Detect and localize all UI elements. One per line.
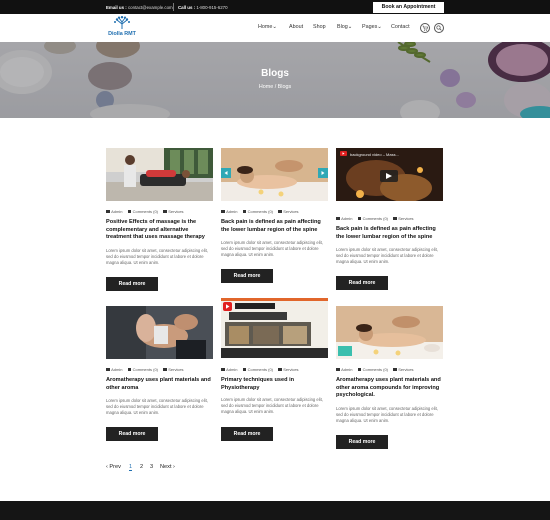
user-icon [106, 368, 110, 372]
page-link[interactable]: 3 [150, 464, 153, 470]
user-icon [336, 217, 340, 221]
post-thumbnail[interactable] [221, 148, 328, 201]
post-meta: Admin Comments (0) Services [221, 209, 303, 214]
breadcrumb[interactable]: Home / Blogs [0, 84, 550, 90]
contact-email[interactable]: Email us : contact@example.com [106, 5, 173, 10]
user-icon [221, 210, 225, 214]
comments-meta[interactable]: Comments (0) [242, 209, 273, 214]
post-excerpt: Lorem ipsum dolor sit amet, consectetur … [221, 397, 323, 415]
read-more-button[interactable]: Read more [106, 427, 158, 441]
search-icon[interactable] [434, 23, 444, 33]
category-meta[interactable]: Services [278, 367, 299, 372]
read-more-button[interactable]: Read more [336, 435, 388, 449]
book-appointment-button[interactable]: Book an Appointment [373, 1, 444, 13]
read-more-button[interactable]: Read more [221, 269, 273, 283]
comments-meta[interactable]: Comments (0) [127, 209, 158, 214]
comment-icon [242, 210, 247, 214]
post-meta: Admin Comments (0) Services [106, 209, 188, 214]
cart-icon[interactable] [420, 23, 430, 33]
post-meta: Admin Comments (0) Services [336, 216, 418, 221]
author-meta[interactable]: Admin [106, 209, 122, 214]
category-meta[interactable]: Services [278, 209, 299, 214]
folder-icon [163, 368, 167, 372]
post-thumbnail[interactable] [336, 306, 443, 359]
nav-item-contact[interactable]: Contact [391, 24, 410, 30]
post-title[interactable]: Back pain is defined as pain affecting t… [221, 219, 329, 234]
author-meta[interactable]: Admin [106, 367, 122, 372]
user-icon [221, 368, 225, 372]
post-meta: Admin Comments (0) Services [336, 367, 418, 372]
post-excerpt: Lorem ipsum dolor sit amet, consectetur … [336, 406, 438, 424]
folder-icon [278, 210, 282, 214]
comments-meta[interactable]: Comments (0) [357, 367, 388, 372]
top-bar: Email us : contact@example.com Call us :… [0, 0, 550, 14]
post-excerpt: Lorem ipsum dolor sit amet, consectetur … [336, 247, 438, 265]
contact-phone[interactable]: Call us : 1-800-915-6270 [178, 5, 228, 10]
email-value: contact@example.com [127, 4, 173, 10]
post-meta: Admin Comments (0) Services [106, 367, 188, 372]
video-thumbnail[interactable]: background video – Mass... [336, 148, 443, 201]
read-more-button[interactable]: Read more [336, 276, 388, 290]
comment-icon [357, 368, 362, 372]
author-meta[interactable]: Admin [336, 367, 352, 372]
post-thumbnail[interactable] [106, 148, 213, 201]
folder-icon [163, 210, 167, 214]
comment-icon [127, 368, 132, 372]
post-thumbnail[interactable] [106, 306, 213, 359]
category-meta[interactable]: Services [393, 216, 414, 221]
nav-item-home[interactable]: Home⌄ [258, 24, 277, 30]
logo[interactable]: Diolla RMT [104, 16, 140, 40]
post-excerpt: Lorem ipsum dolor sit amet, consectetur … [106, 398, 208, 416]
folder-icon [393, 217, 397, 221]
post-meta: Admin Comments (0) Services [221, 367, 303, 372]
post-title[interactable]: Aromatherapy uses plant materials and ot… [336, 377, 444, 400]
category-meta[interactable]: Services [163, 209, 184, 214]
read-more-button[interactable]: Read more [106, 277, 158, 291]
email-label: Email us : [106, 4, 127, 10]
post-title[interactable]: Aromatherapy uses plant materials and ot… [106, 377, 214, 392]
post-title[interactable]: Positive Effects of massage is the compl… [106, 219, 214, 242]
read-more-button[interactable]: Read more [221, 427, 273, 441]
page-title: Blogs [261, 68, 289, 79]
divider [173, 3, 174, 11]
post-excerpt: Lorem ipsum dolor sit amet, consectetur … [221, 240, 323, 258]
comments-meta[interactable]: Comments (0) [242, 367, 273, 372]
nav-item-blog[interactable]: Blog⌄ [337, 24, 352, 30]
category-meta[interactable]: Services [393, 367, 414, 372]
post-title[interactable]: Back pain is defined as pain affecting t… [336, 226, 444, 241]
site-footer [0, 501, 550, 520]
comment-icon [242, 368, 247, 372]
comment-icon [127, 210, 132, 214]
video-title: background video – Mass... [350, 151, 399, 157]
phone-label: Call us : [178, 4, 196, 10]
comment-icon [357, 217, 362, 221]
logo-text: Diolla RMT [108, 31, 136, 37]
comments-meta[interactable]: Comments (0) [127, 367, 158, 372]
folder-icon [393, 368, 397, 372]
nav-item-pages[interactable]: Pages⌄ [362, 24, 382, 30]
hero-overlay [0, 42, 550, 118]
logo-tree-icon [114, 16, 130, 29]
author-meta[interactable]: Admin [221, 209, 237, 214]
page-hero: Blogs Home / Blogs [0, 42, 550, 118]
prev-page-link[interactable]: ‹ Prev [106, 464, 121, 470]
video-thumbnail[interactable] [221, 298, 328, 358]
author-meta[interactable]: Admin [336, 216, 352, 221]
user-icon [336, 368, 340, 372]
next-page-link[interactable]: Next › [160, 464, 175, 470]
user-icon [106, 210, 110, 214]
folder-icon [278, 368, 282, 372]
author-meta[interactable]: Admin [221, 367, 237, 372]
page-link[interactable]: 2 [140, 464, 143, 470]
category-meta[interactable]: Services [163, 367, 184, 372]
post-title[interactable]: Primary techniques used in Physiotherapy [221, 377, 329, 392]
post-excerpt: Lorem ipsum dolor sit amet, consectetur … [106, 248, 208, 266]
comments-meta[interactable]: Comments (0) [357, 216, 388, 221]
page-link-current[interactable]: 1 [129, 464, 133, 471]
nav-item-shop[interactable]: Shop [313, 24, 326, 30]
nav-item-about[interactable]: About [289, 24, 303, 30]
site-header: Diolla RMT Home⌄ About Shop Blog⌄ Pages⌄… [0, 14, 550, 42]
phone-value: 1-800-915-6270 [196, 4, 228, 10]
